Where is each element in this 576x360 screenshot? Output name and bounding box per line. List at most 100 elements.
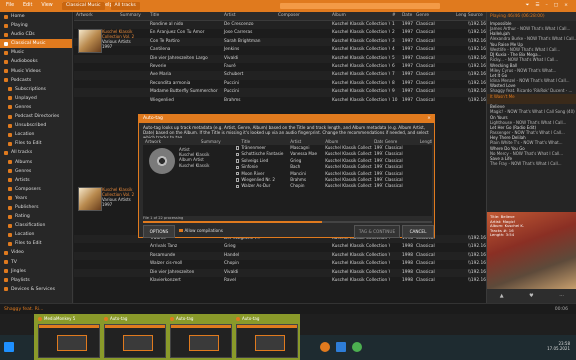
options-button[interactable]: OPTIONS <box>143 225 175 238</box>
playlist-item[interactable]: Impossible James Arthur - NOW That's What… <box>487 21 576 31</box>
playlist-item[interactable]: Believe Magic! - NOW That's What I Call S… <box>487 104 576 114</box>
sidebar-item[interactable]: Music <box>0 48 72 57</box>
table-row[interactable]: Madame Butterfly Summerchor Puccini Kusche… <box>74 88 486 97</box>
column-header[interactable]: Genre <box>414 12 454 20</box>
dialog-column-header[interactable]: Date <box>372 138 383 145</box>
sidebar-item[interactable]: Classification <box>0 221 72 230</box>
playlist-item[interactable]: DJ Kuxia - The Bix Mega... Ricky... - NOW… <box>487 52 576 62</box>
playlist-item[interactable]: Save a Life The Fray - NOW That's What I … <box>487 156 576 166</box>
breadcrumb-all-tracks[interactable]: All tracks <box>110 2 140 10</box>
sidebar-item[interactable]: Home <box>0 12 72 21</box>
sidebar-item[interactable]: Devices & Services <box>0 285 72 294</box>
thumbs-up-icon[interactable]: ▲ <box>500 293 504 299</box>
search-input[interactable] <box>280 3 440 9</box>
breadcrumb-classical[interactable]: Classical Music <box>62 2 105 10</box>
dialog-column-header[interactable]: Artist <box>288 138 323 145</box>
sidebar-item[interactable]: Podcast Directories <box>0 112 72 121</box>
sidebar-item[interactable]: All tracks <box>0 148 72 157</box>
dialog-column-header[interactable]: Length <box>418 138 432 145</box>
dialog-column-header[interactable]: Summary <box>199 138 234 145</box>
taskbar-thumbnail[interactable]: Auto-tag <box>234 316 298 358</box>
playlist-item[interactable]: You Raise Me Up Westlife - NOW That's Wha… <box>487 42 576 52</box>
sidebar-item[interactable]: Albums <box>0 158 72 167</box>
maximize-icon[interactable]: □ <box>554 0 558 12</box>
menu-view[interactable]: View <box>41 0 52 12</box>
table-row[interactable]: Recondita armonia Puccini Kuschel Klassik … <box>74 80 486 88</box>
sidebar-item[interactable]: Genres <box>0 167 72 176</box>
table-row[interactable]: Walzer cis-moll Chopin Kuschel Klassik Col… <box>74 260 486 268</box>
table-row[interactable]: Die vier Jahreszeiten Vivaldi Kuschel Klas… <box>74 268 486 277</box>
filter-icon[interactable]: ⏷ <box>526 0 530 12</box>
sidebar-item[interactable]: Genres <box>0 103 72 112</box>
minimize-icon[interactable]: – <box>546 0 548 12</box>
playlist-item[interactable]: Let It Go Idina Menzel - NOW That's What … <box>487 73 576 83</box>
auto-tag-row[interactable]: Walzer As-Dur Chopin Kuschel Klassik Colle… <box>143 183 432 189</box>
sidebar-item[interactable]: Music Videos <box>0 67 72 76</box>
menu-edit[interactable]: Edit <box>23 0 32 12</box>
sidebar-item[interactable]: Audiobooks <box>0 57 72 66</box>
sidebar-item[interactable]: Playing <box>0 21 72 30</box>
sidebar-item[interactable]: Podcasts <box>0 76 72 85</box>
column-header[interactable]: Title <box>148 12 222 20</box>
playlist-item[interactable]: Let Her Go (Radio Edit) Passenger - NOW T… <box>487 125 576 135</box>
sidebar-item[interactable]: Video <box>0 248 72 257</box>
sidebar-item[interactable]: Location <box>0 130 72 139</box>
playlist-item[interactable]: On Yours Lighthouse - NOW That's What I C… <box>487 115 576 125</box>
allow-compilations-option[interactable]: Allow compilations <box>179 228 223 233</box>
chrome-icon[interactable] <box>352 342 362 352</box>
dialog-column-header[interactable]: Genre <box>383 138 418 145</box>
dialog-column-header[interactable]: Artwork <box>143 138 199 145</box>
table-row[interactable]: Rosamunde Handel Kuschel Klassik Collectio… <box>74 251 486 261</box>
column-header[interactable]: Album <box>330 12 390 20</box>
cancel-button[interactable]: CANCEL <box>402 225 434 238</box>
sidebar-item[interactable]: Rating <box>0 212 72 221</box>
table-row[interactable]: Arrivals Tanz Grieg Kuschel Klassik Collec… <box>74 243 486 251</box>
playlist-item[interactable]: Hey There Delilah Plain White T's - NOW T… <box>487 135 576 145</box>
table-row[interactable]: Klavierkonzert Ravel Kuschel Klassik Colle… <box>74 277 486 285</box>
column-header[interactable]: Length <box>454 12 466 20</box>
column-header[interactable]: Artist <box>222 12 276 20</box>
dialog-column-header[interactable]: Album <box>323 138 372 145</box>
mediamonkey-icon[interactable] <box>320 342 330 352</box>
sidebar-item[interactable]: Publishers <box>0 203 72 212</box>
sidebar-item[interactable]: Location <box>0 230 72 239</box>
menu-file[interactable]: File <box>6 0 14 12</box>
column-header[interactable]: # <box>390 12 400 20</box>
table-row[interactable]: Wiegenlied Brahms Kuschel Klassik Collecti… <box>74 97 486 105</box>
column-header[interactable]: Date <box>400 12 414 20</box>
close-icon[interactable]: × <box>564 0 568 12</box>
sidebar-item[interactable]: Unplayed <box>0 94 72 103</box>
sidebar-item[interactable]: Classical Music <box>0 39 72 49</box>
sidebar-item[interactable]: Unsubscribed <box>0 121 72 130</box>
sidebar-item[interactable]: Subscriptions <box>0 85 72 94</box>
taskbar-thumbnail[interactable]: MediaMonkey 5 <box>36 316 100 358</box>
table-row[interactable]: Reverie Fauré Kuschel Klassik Collection V… <box>74 63 486 71</box>
sidebar-item[interactable]: Years <box>0 194 72 203</box>
column-header[interactable]: Composer <box>276 12 330 20</box>
sidebar-item[interactable]: Playlists <box>0 276 72 285</box>
column-header[interactable]: Summary <box>118 12 148 20</box>
sidebar-item[interactable]: Files to Edit <box>0 139 72 148</box>
sidebar-item[interactable]: Artists <box>0 176 72 185</box>
playlist-item[interactable]: It Wasn't Me <box>487 93 576 105</box>
column-header[interactable]: Source <box>466 12 486 20</box>
allow-compilations-checkbox[interactable] <box>179 228 183 233</box>
heart-icon[interactable]: ♥ <box>529 293 533 299</box>
tag-continue-button[interactable]: TAG & CONTINUE <box>354 225 400 238</box>
playlist-item[interactable]: Where Do You Go No Mercy - NOW That's Wha… <box>487 146 576 156</box>
sidebar-item[interactable]: Composers <box>0 185 72 194</box>
dialog-column-header[interactable]: Title <box>239 138 288 145</box>
table-row[interactable]: Ave Maria Schubert Kuschel Klassik Collect… <box>74 71 486 80</box>
explorer-icon[interactable] <box>336 342 346 352</box>
sidebar-item[interactable]: Jingles <box>0 267 72 276</box>
playlist-item[interactable]: Wasted Love Shaggy feat. Ricardo 'RikRok'… <box>487 83 576 93</box>
playlist-item[interactable]: Wrecking Ball Miley Cyrus - NOW That's Wh… <box>487 63 576 73</box>
playlist-item[interactable]: Hallelujah Alexandra Burke - NOW That's W… <box>487 31 576 41</box>
column-header[interactable]: Artwork <box>74 12 118 20</box>
sidebar-item[interactable]: TV <box>0 258 72 267</box>
close-icon[interactable]: × <box>427 115 431 123</box>
taskbar-thumbnail[interactable]: Auto-tag <box>168 316 232 358</box>
more-icon[interactable]: ⋯ <box>559 293 564 299</box>
sidebar-item[interactable]: Audio CDs <box>0 30 72 39</box>
taskbar-thumbnail[interactable]: Auto-tag <box>102 316 166 358</box>
